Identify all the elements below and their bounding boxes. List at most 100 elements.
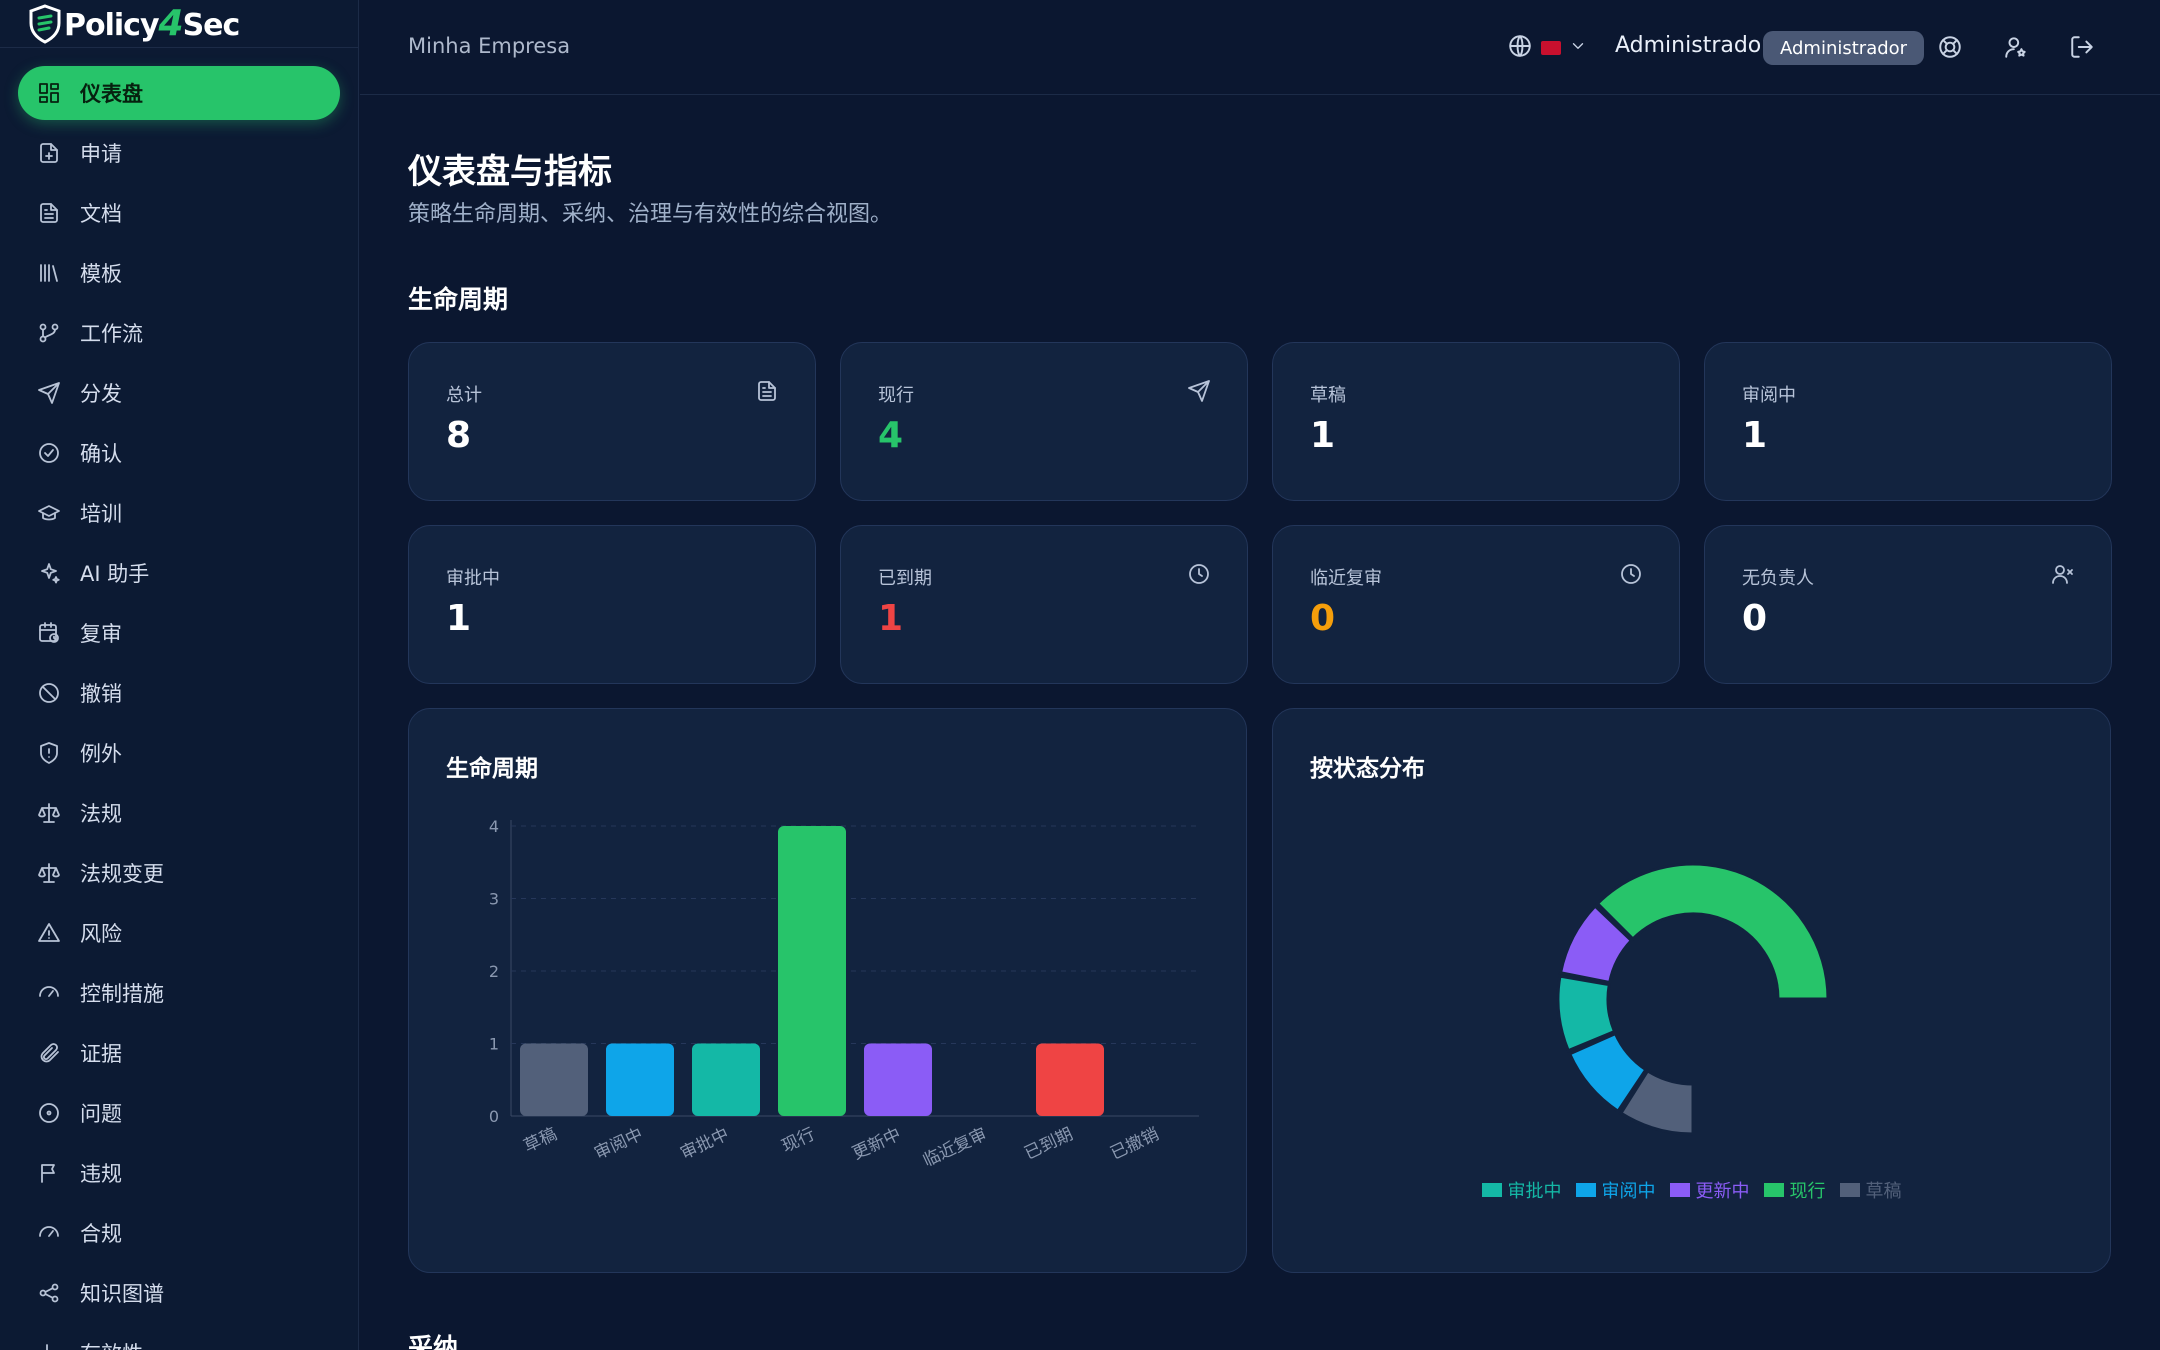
legend-item[interactable]: 审批中 bbox=[1481, 1177, 1562, 1203]
brand-logo[interactable]: Policy4Sec bbox=[0, 0, 358, 48]
sidebar-item-label: 复审 bbox=[80, 622, 122, 646]
stat-card-value: 8 bbox=[446, 415, 472, 456]
page-subtitle: 策略生命周期、采纳、治理与有效性的综合视图。 bbox=[408, 202, 893, 227]
x-tick-label: 审批中 bbox=[677, 1124, 732, 1164]
legend-label: 审批中 bbox=[1507, 1181, 1562, 1202]
flag-icon bbox=[36, 1160, 62, 1186]
sidebar-item-14[interactable]: 风险 bbox=[18, 906, 340, 960]
lifecycle-chart-panel: 生命周期 0 1 2 3 4 草稿 审阅中 审批中 现行 更新中 临近复审 已到期 已撤销 bbox=[408, 708, 1247, 1273]
clock-icon bbox=[1187, 562, 1211, 586]
x-tick-label: 已撤销 bbox=[1107, 1124, 1162, 1164]
circle-dot-icon bbox=[36, 1100, 62, 1126]
stat-card[interactable]: 现行 4 bbox=[840, 342, 1248, 501]
stat-card-value: 1 bbox=[878, 598, 904, 639]
sidebar-nav: 仪表盘申请文档模板工作流分发确认培训 AI 助手复审撤销例外法规法规变更风险控制措… bbox=[0, 48, 358, 1350]
sidebar-item-5[interactable]: 分发 bbox=[18, 366, 340, 420]
y-tick-label: 3 bbox=[489, 890, 499, 909]
legend-swatch bbox=[1763, 1183, 1784, 1197]
shield-alert-icon bbox=[36, 740, 62, 766]
sidebar-item-3[interactable]: 模板 bbox=[18, 246, 340, 300]
bar-4[interactable] bbox=[864, 1043, 932, 1117]
sidebar-item-label: 合规 bbox=[80, 1222, 122, 1246]
sidebar-item-17[interactable]: 问题 bbox=[18, 1086, 340, 1140]
paperclip-icon bbox=[36, 1040, 62, 1066]
sidebar-item-0[interactable]: 仪表盘 bbox=[18, 66, 340, 120]
language-selector[interactable] bbox=[1507, 33, 1587, 63]
stat-card[interactable]: 临近复审 0 bbox=[1272, 525, 1680, 684]
sidebar-item-18[interactable]: 违规 bbox=[18, 1146, 340, 1200]
stat-card[interactable]: 无负责人 0 bbox=[1704, 525, 2112, 684]
legend-item[interactable]: 更新中 bbox=[1669, 1177, 1750, 1203]
sidebar-item-13[interactable]: 法规变更 bbox=[18, 846, 340, 900]
share-icon bbox=[36, 1280, 62, 1306]
donut-slice-0[interactable] bbox=[1595, 862, 1830, 1001]
donut-legend: 审批中 审阅中 更新中 现行 草稿 bbox=[1273, 1177, 2110, 1203]
bar-2[interactable] bbox=[692, 1043, 760, 1117]
sidebar-item-20[interactable]: 知识图谱 bbox=[18, 1266, 340, 1320]
stat-card-label: 无负责人 bbox=[1742, 568, 1814, 589]
legend-label: 审阅中 bbox=[1601, 1181, 1656, 1202]
send-icon bbox=[1187, 379, 1211, 403]
sidebar-item-label: 工作流 bbox=[80, 322, 143, 346]
user-x-icon bbox=[2051, 562, 2075, 586]
x-tick-label: 临近复审 bbox=[920, 1124, 990, 1171]
sidebar-item-11[interactable]: 例外 bbox=[18, 726, 340, 780]
stat-card-label: 总计 bbox=[446, 385, 482, 406]
sidebar-item-16[interactable]: 证据 bbox=[18, 1026, 340, 1080]
stat-card[interactable]: 已到期 1 bbox=[840, 525, 1248, 684]
sidebar-item-label: 知识图谱 bbox=[80, 1282, 164, 1306]
legend-item[interactable]: 审阅中 bbox=[1575, 1177, 1656, 1203]
user-name: Administrador bbox=[1615, 33, 1771, 58]
sidebar-item-2[interactable]: 文档 bbox=[18, 186, 340, 240]
x-tick-label: 草稿 bbox=[521, 1124, 560, 1156]
sidebar-item-21[interactable]: 有效性 bbox=[18, 1326, 340, 1350]
sidebar-item-12[interactable]: 法规 bbox=[18, 786, 340, 840]
stat-card[interactable]: 审批中 1 bbox=[408, 525, 816, 684]
sidebar-item-label: 分发 bbox=[80, 382, 122, 406]
y-tick-label: 4 bbox=[489, 817, 499, 836]
stat-card[interactable]: 总计 8 bbox=[408, 342, 816, 501]
stat-card-value: 0 bbox=[1742, 598, 1768, 639]
x-tick-label: 审阅中 bbox=[591, 1124, 646, 1164]
stat-card-value: 0 bbox=[1310, 598, 1336, 639]
sidebar-item-7[interactable]: 培训 bbox=[18, 486, 340, 540]
sidebar-item-8[interactable]: AI 助手 bbox=[18, 546, 340, 600]
check-circle-icon bbox=[36, 440, 62, 466]
stat-card[interactable]: 草稿 1 bbox=[1272, 342, 1680, 501]
company-name[interactable]: Minha Empresa bbox=[408, 34, 570, 58]
sidebar-item-9[interactable]: 复审 bbox=[18, 606, 340, 660]
scale-icon bbox=[36, 800, 62, 826]
page-title: 仪表盘与指标 bbox=[408, 152, 612, 192]
sidebar-item-6[interactable]: 确认 bbox=[18, 426, 340, 480]
sidebar-item-1[interactable]: 申请 bbox=[18, 126, 340, 180]
legend-swatch bbox=[1575, 1183, 1596, 1197]
calendar-clock-icon bbox=[36, 620, 62, 646]
bar-1[interactable] bbox=[606, 1043, 674, 1117]
legend-item[interactable]: 现行 bbox=[1763, 1177, 1826, 1203]
x-tick-label: 更新中 bbox=[849, 1124, 904, 1164]
gauge-icon bbox=[36, 1220, 62, 1246]
y-tick-label: 2 bbox=[489, 962, 499, 981]
sidebar-item-label: 文档 bbox=[80, 202, 122, 226]
sidebar-item-10[interactable]: 撤销 bbox=[18, 666, 340, 720]
bar-6[interactable] bbox=[1036, 1043, 1104, 1117]
flag-icon bbox=[1541, 41, 1561, 55]
legend-item[interactable]: 草稿 bbox=[1839, 1177, 1902, 1203]
logout-icon[interactable] bbox=[2069, 34, 2097, 62]
sidebar-item-label: 撤销 bbox=[80, 682, 122, 706]
legend-swatch bbox=[1481, 1183, 1502, 1197]
sidebar-item-19[interactable]: 合规 bbox=[18, 1206, 340, 1260]
lifecycle-bar-chart: 0 1 2 3 4 草稿 审阅中 审批中 现行 更新中 临近复审 已到期 已撤销 bbox=[489, 817, 1199, 1171]
sidebar-item-4[interactable]: 工作流 bbox=[18, 306, 340, 360]
sidebar-item-label: 证据 bbox=[80, 1042, 122, 1066]
stat-card[interactable]: 审阅中 1 bbox=[1704, 342, 2112, 501]
help-lifebuoy-icon[interactable] bbox=[1937, 34, 1965, 62]
user-settings-icon[interactable] bbox=[2003, 34, 2031, 62]
bar-3[interactable] bbox=[778, 826, 846, 1116]
stat-card-label: 审批中 bbox=[446, 568, 500, 589]
warning-icon bbox=[36, 920, 62, 946]
sidebar-item-15[interactable]: 控制措施 bbox=[18, 966, 340, 1020]
shield-logo-icon bbox=[29, 3, 61, 44]
legend-label: 现行 bbox=[1789, 1181, 1826, 1202]
bar-0[interactable] bbox=[520, 1043, 588, 1117]
